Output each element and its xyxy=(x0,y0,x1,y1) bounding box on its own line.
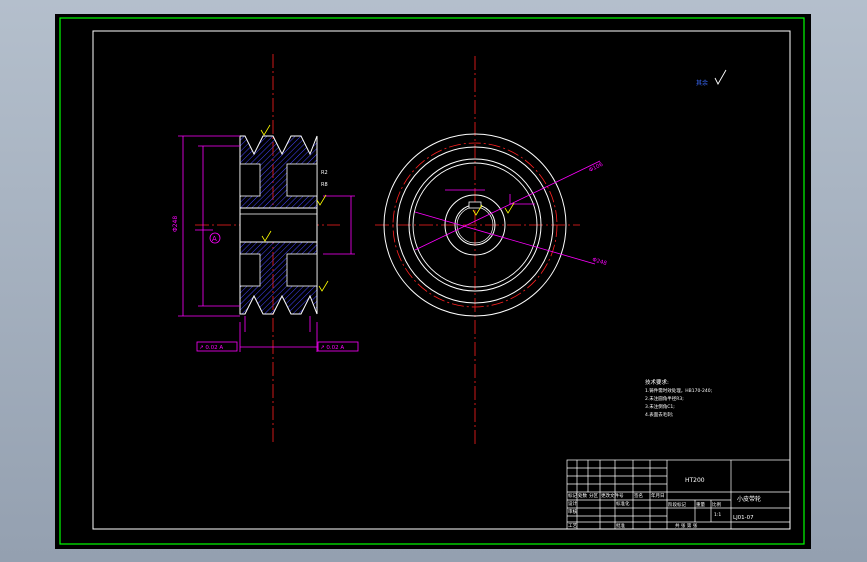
tb-sheet: 共 张 第 张 xyxy=(675,522,698,529)
tb-approve: 批准 xyxy=(616,522,625,529)
tech-note-4: 4.表面去毛刺; xyxy=(645,411,673,418)
tb-weight: 重量 xyxy=(696,501,705,508)
dim-phi248: Φ248 xyxy=(172,216,179,232)
tb-drawing-number: LJ01-07 xyxy=(733,515,754,521)
svg-text:其余: 其余 xyxy=(696,79,708,87)
tb-scale-value: 1:1 xyxy=(714,512,721,518)
svg-text:↗ 0.02 A: ↗ 0.02 A xyxy=(320,345,344,351)
tech-notes: 技术要求: 1.铸件需时效处理，HB170-240; 2.未注圆角半径R3; 3… xyxy=(645,378,712,418)
keyway xyxy=(468,201,482,209)
inner-border xyxy=(92,30,791,530)
tech-note-3: 3.未注倒角C1; xyxy=(645,403,675,410)
drawing-svg: Φ248 R2 R8 A ↗ 0.02 A ↗ 0.02 A Φ106 Φ248… xyxy=(59,17,805,545)
svg-text:↗ 0.02 A: ↗ 0.02 A xyxy=(199,345,223,351)
tech-note-2: 2.未注圆角半径R3; xyxy=(645,395,684,402)
tb-sign: 签名 xyxy=(634,492,643,499)
outer-frame xyxy=(59,17,805,545)
tb-date: 年月日 xyxy=(651,492,665,499)
dim-r8: R8 xyxy=(321,182,328,188)
tb-scale: 比例 xyxy=(712,501,721,508)
general-roughness-note: 其余 xyxy=(696,69,727,87)
tb-count: 处数 xyxy=(578,492,587,499)
tolerance-frame-left: ↗ 0.02 A xyxy=(196,341,238,352)
tb-change: 更改文件号 xyxy=(601,492,624,499)
tb-standardize: 标准化 xyxy=(616,500,630,507)
front-view[interactable]: Φ106 Φ248 xyxy=(375,56,608,446)
tb-zone: 分区 xyxy=(589,492,598,499)
tech-notes-title: 技术要求: xyxy=(645,378,669,386)
tb-mark: 标记 xyxy=(568,492,577,499)
bore xyxy=(239,207,318,243)
datum-label: A xyxy=(212,235,217,243)
tb-process: 工艺 xyxy=(568,523,577,529)
tech-note-1: 1.铸件需时效处理，HB170-240; xyxy=(645,387,712,394)
drawing-canvas[interactable]: Φ248 R2 R8 A ↗ 0.02 A ↗ 0.02 A Φ106 Φ248… xyxy=(55,14,811,549)
tb-material: HT200 xyxy=(685,477,705,484)
section-view[interactable]: Φ248 R2 R8 A ↗ 0.02 A ↗ 0.02 A xyxy=(172,54,359,444)
tolerance-frame-right: ↗ 0.02 A xyxy=(317,341,359,352)
tb-designer: 设计 xyxy=(568,500,577,507)
tb-reviewer: 审核 xyxy=(568,508,577,515)
dim-phi248-front: Φ248 xyxy=(591,257,607,267)
title-block-text: 标记 处数 分区 更改文件号 签名 年月日 设计 标准化 审核 工艺 批准 阶段… xyxy=(568,477,761,529)
dim-r2: R2 xyxy=(321,170,328,176)
tb-stage: 阶段标记 xyxy=(668,501,686,508)
cad-viewport: Φ248 R2 R8 A ↗ 0.02 A ↗ 0.02 A Φ106 Φ248… xyxy=(0,0,867,562)
tb-part-name: 小皮带轮 xyxy=(737,495,761,503)
dim-phi106: Φ106 xyxy=(588,161,604,173)
